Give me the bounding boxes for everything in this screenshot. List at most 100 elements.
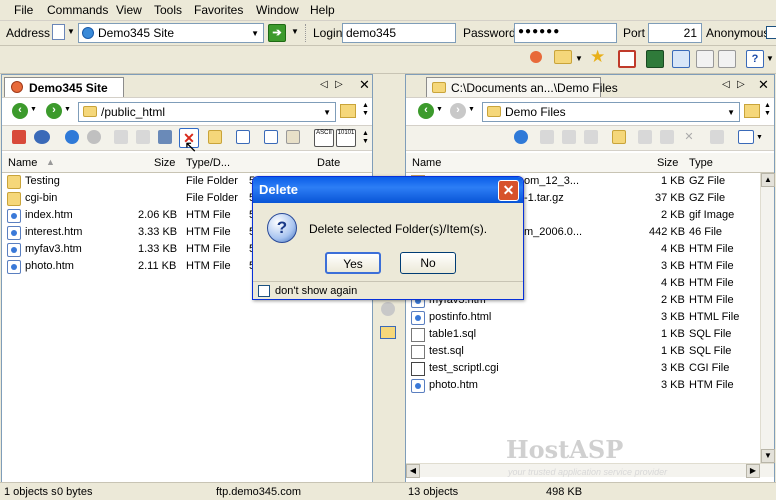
col-type[interactable]: Type	[689, 157, 713, 169]
cut-icon[interactable]	[540, 130, 554, 144]
dialog-close-button[interactable]: ✕	[498, 180, 519, 201]
menu-favorites[interactable]: Favorites	[194, 3, 243, 17]
chevron-down-icon[interactable]: ▼	[468, 106, 475, 113]
help-icon[interactable]: ?	[746, 50, 764, 68]
password-field[interactable]: ●●●●●●	[514, 23, 617, 43]
menu-window[interactable]: Window	[256, 3, 299, 17]
tab-next-icon[interactable]: ▷	[335, 79, 343, 90]
chevron-down-icon[interactable]: ▼	[64, 106, 71, 113]
tab-prev-icon[interactable]: ◁	[722, 79, 730, 90]
port-field[interactable]: 21	[648, 23, 702, 43]
sites-icon[interactable]	[530, 51, 542, 63]
local-vertical-scrollbar[interactable]: ▲ ▼	[760, 173, 775, 463]
chevron-down-icon[interactable]: ▼	[766, 54, 774, 63]
menu-help[interactable]: Help	[310, 3, 335, 17]
dont-show-checkbox[interactable]	[258, 285, 270, 297]
properties-icon[interactable]	[236, 130, 250, 144]
col-date[interactable]: Date	[317, 157, 340, 169]
chevron-down-icon[interactable]: ▼	[30, 106, 37, 113]
tab-next-icon[interactable]: ▷	[737, 79, 745, 90]
delete-icon[interactable]: ✕	[682, 130, 696, 144]
paste-icon[interactable]	[584, 130, 598, 144]
tab-prev-icon[interactable]: ◁	[320, 79, 328, 90]
chevron-down-icon[interactable]: ▼	[251, 29, 259, 38]
tab-local-folder[interactable]: C:\Documents an...\Demo Files	[426, 77, 618, 97]
local-path-input[interactable]: Demo Files ▼	[482, 102, 740, 122]
dont-show-label[interactable]: don't show again	[275, 285, 357, 297]
scroll-down-icon[interactable]: ▼	[761, 449, 775, 463]
star-icon[interactable]: ★	[590, 47, 605, 67]
login-field[interactable]: demo345	[342, 23, 456, 43]
menu-view[interactable]: View	[116, 3, 142, 17]
transfer-left-icon[interactable]	[381, 302, 395, 316]
disconnect-icon[interactable]	[12, 130, 26, 144]
window-icon[interactable]	[618, 50, 636, 68]
stop-icon[interactable]	[87, 130, 101, 144]
transfer-folder-icon[interactable]	[380, 326, 396, 339]
copy-to-icon[interactable]	[660, 130, 674, 144]
col-name[interactable]: Name	[412, 157, 441, 169]
panel-split-icon[interactable]	[696, 50, 714, 68]
no-button[interactable]: No	[400, 252, 456, 274]
ascii-mode-icon[interactable]: ASCII	[314, 129, 334, 147]
tab-remote-site[interactable]: Demo345 Site	[4, 77, 124, 97]
chevron-down-icon[interactable]: ▼	[756, 134, 763, 141]
panel-horizontal-icon[interactable]	[718, 50, 736, 68]
edit-icon[interactable]	[264, 130, 278, 144]
scroll-arrows-icon[interactable]: ▲ ▼	[764, 102, 771, 118]
connect-button[interactable]: ➔	[268, 24, 286, 42]
back-icon[interactable]: ‹	[418, 103, 434, 119]
chevron-down-icon[interactable]: ▼	[575, 54, 583, 63]
refresh-icon[interactable]	[514, 130, 528, 144]
refresh-icon[interactable]	[65, 130, 79, 144]
transfer-icon[interactable]	[158, 130, 172, 144]
paste-icon[interactable]	[286, 130, 300, 144]
scroll-left-icon[interactable]: ◀	[406, 464, 420, 478]
back-icon[interactable]: ‹	[12, 103, 28, 119]
list-item[interactable]: postinfo.html 3 KB HTML File	[411, 309, 756, 326]
menu-tools[interactable]: Tools	[154, 3, 182, 17]
anonymous-label[interactable]: Anonymous	[706, 26, 769, 40]
yes-button[interactable]: Yes	[325, 252, 381, 274]
scroll-arrows-icon[interactable]: ▲ ▼	[362, 102, 369, 118]
menu-commands[interactable]: Commands	[47, 3, 108, 17]
anonymous-checkbox[interactable]	[766, 26, 776, 39]
scroll-arrows-icon[interactable]: ▲ ▼	[362, 130, 369, 146]
forward-icon[interactable]: ›	[46, 103, 62, 119]
menu-file[interactable]: File	[14, 3, 33, 17]
new-folder-icon[interactable]	[208, 130, 222, 144]
forward-icon[interactable]: ›	[450, 103, 466, 119]
close-pane-icon[interactable]: ✕	[758, 77, 769, 93]
copy-icon[interactable]	[136, 130, 150, 144]
chart-icon[interactable]	[646, 50, 664, 68]
copy-icon[interactable]	[562, 130, 576, 144]
view-mode-icon[interactable]	[738, 130, 754, 144]
print-icon[interactable]	[710, 130, 724, 144]
binary-mode-icon[interactable]: 10101	[336, 129, 356, 147]
chevron-down-icon[interactable]: ▼	[323, 108, 331, 117]
chevron-down-icon[interactable]: ▼	[727, 108, 735, 117]
list-item[interactable]: test_scriptl.cgi 3 KB CGI File	[411, 360, 756, 377]
col-size[interactable]: Size	[657, 157, 678, 169]
parent-folder-icon[interactable]	[744, 104, 760, 118]
page-icon[interactable]	[52, 24, 65, 40]
remote-path-input[interactable]: /public_html ▼	[78, 102, 336, 122]
scroll-right-icon[interactable]: ▶	[746, 464, 760, 478]
col-name[interactable]: Name	[8, 157, 37, 169]
scroll-up-icon[interactable]: ▲	[761, 173, 775, 187]
list-item[interactable]: test.sql 1 KB SQL File	[411, 343, 756, 360]
refresh-connect-icon[interactable]	[34, 130, 50, 144]
list-item[interactable]: table1.sql 1 KB SQL File	[411, 326, 756, 343]
chevron-down-icon[interactable]: ▼	[291, 27, 299, 36]
new-folder-icon[interactable]	[612, 130, 626, 144]
move-icon[interactable]	[638, 130, 652, 144]
site-select[interactable]: Demo345 Site ▼	[78, 23, 264, 43]
chevron-down-icon[interactable]: ▼	[67, 27, 75, 36]
col-size[interactable]: Size	[154, 157, 175, 169]
chevron-down-icon[interactable]: ▼	[436, 106, 443, 113]
list-item[interactable]: photo.htm 3 KB HTM File	[411, 377, 756, 394]
col-type[interactable]: Type/D...	[186, 157, 230, 169]
move-icon[interactable]	[114, 130, 128, 144]
close-pane-icon[interactable]: ✕	[359, 77, 370, 93]
open-folder-icon[interactable]	[554, 50, 572, 64]
